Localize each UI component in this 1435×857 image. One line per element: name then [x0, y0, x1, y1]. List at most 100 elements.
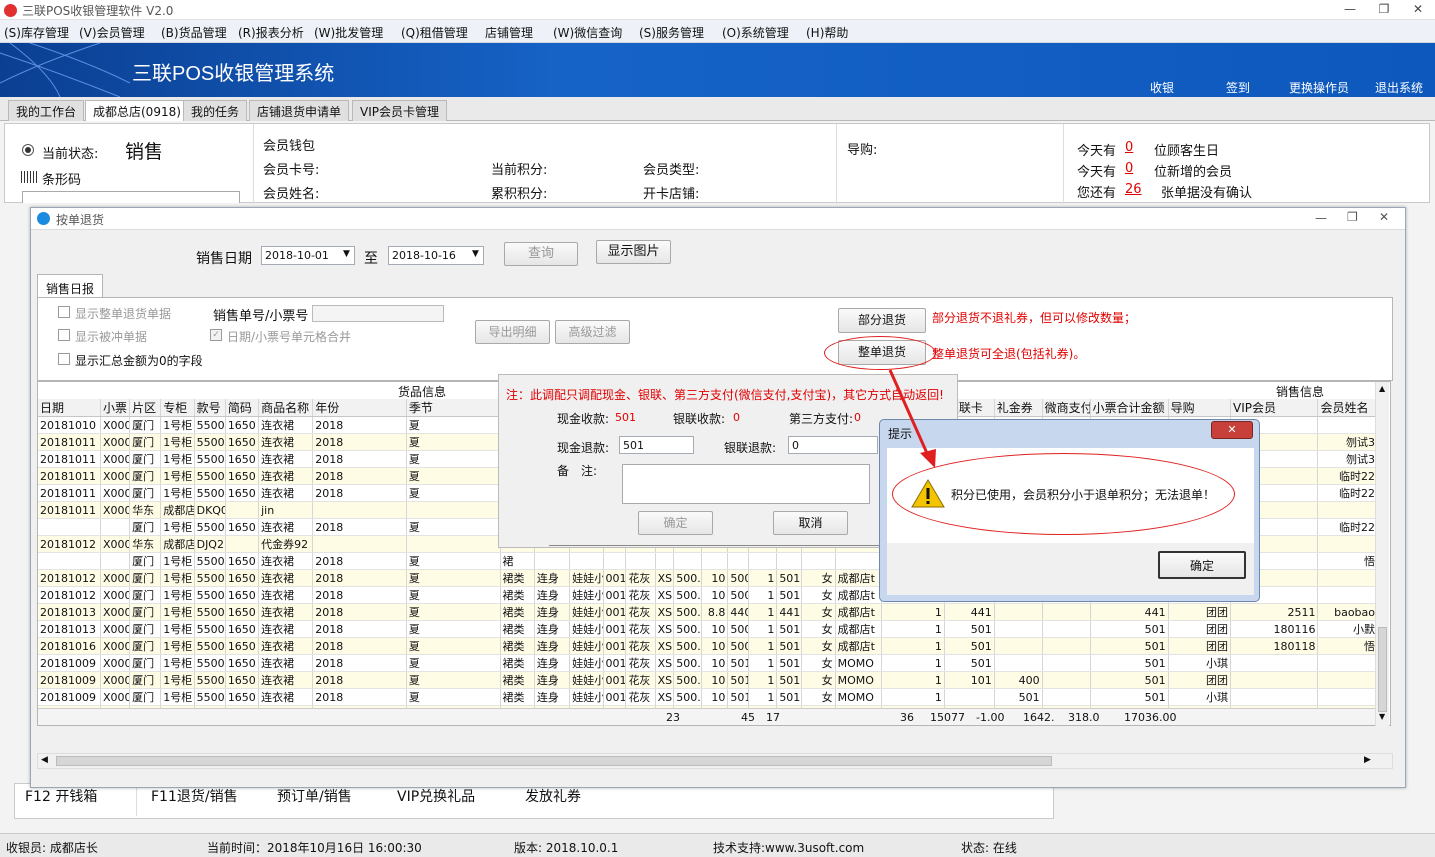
dialog-restore-button[interactable]: ❐ [1347, 210, 1358, 224]
menu-inventory[interactable]: (S)库存管理 [4, 24, 69, 41]
date-to-input[interactable]: 2018-10-16 [388, 246, 484, 265]
horizontal-scrollbar[interactable]: ◀ ▶ [37, 753, 1393, 769]
menu-system[interactable]: (O)系统管理 [722, 24, 789, 41]
menu-help[interactable]: (H)帮助 [806, 24, 848, 41]
show-reversed-checkbox[interactable] [58, 329, 70, 341]
partial-return-button[interactable]: 部分退货 [838, 308, 926, 333]
date-from-chevron-down-icon[interactable]: ▼ [343, 249, 350, 259]
scroll-down-icon[interactable]: ▼ [1379, 712, 1385, 721]
menu-reports[interactable]: (R)报表分析 [238, 24, 304, 41]
table-cell [1230, 688, 1319, 706]
table-cell: 500 [727, 586, 750, 604]
alert-ok-button[interactable]: 确定 [1158, 551, 1246, 579]
scroll-left-icon[interactable]: ◀ [41, 755, 48, 765]
table-row[interactable]: 20181013X000厦门1号柜5500(1650连衣裙2018夏裙类连身娃娃… [38, 603, 1378, 621]
col-wechat-pay[interactable]: 微商支付 [1042, 399, 1091, 417]
table-cell: 501 [776, 637, 803, 655]
refund-ok-button[interactable]: 确定 [638, 511, 713, 535]
remark-textarea[interactable] [622, 464, 870, 504]
link-switch-operator[interactable]: 更换操作员 [1289, 79, 1349, 96]
menu-rental[interactable]: (Q)租借管理 [401, 24, 468, 41]
table-row[interactable]: 20181009X000厦门1号柜5500(1650连衣裙2018夏裙类连身娃娃… [38, 688, 1378, 706]
col-receipt-total[interactable]: 小票合计金额 [1090, 399, 1169, 417]
issue-coupon-button[interactable]: 发放礼券 [525, 786, 581, 806]
unconfirmed-count-link[interactable]: 26 [1125, 182, 1142, 197]
link-exit[interactable]: 退出系统 [1375, 79, 1423, 96]
menu-wechat[interactable]: (W)微信查询 [553, 24, 622, 41]
col-year[interactable]: 年份 [312, 399, 407, 417]
table-row[interactable]: 20181009X000厦门1号柜5500(1650连衣裙2018夏裙类连身娃娃… [38, 671, 1378, 689]
show-image-button[interactable]: 显示图片 [596, 240, 671, 264]
col-product-name[interactable]: 商品名称 [258, 399, 314, 417]
vip-gift-button[interactable]: VIP兑换礼品 [397, 786, 475, 806]
menu-service[interactable]: (S)服务管理 [639, 24, 704, 41]
col-date[interactable]: 日期 [38, 399, 101, 417]
tab-my-tasks[interactable]: 我的任务 [183, 100, 248, 121]
tab-daily-sales[interactable]: 销售日报 [37, 274, 103, 297]
advanced-filter-button[interactable]: 高级过滤 [555, 320, 630, 344]
table-row[interactable]: 20181009X000厦门1号柜5500(1650连衣裙2018夏裙类连身娃娃… [38, 654, 1378, 672]
menu-wholesale[interactable]: (W)批发管理 [314, 24, 383, 41]
menu-store[interactable]: 店铺管理 [485, 24, 533, 41]
tab-store-returns[interactable]: 店铺退货申请单 [249, 100, 350, 121]
vertical-scroll-thumb[interactable] [1378, 627, 1387, 712]
open-drawer-button[interactable]: F12 开钱箱 [25, 786, 97, 806]
card-store-label: 开卡店铺: [643, 187, 700, 202]
col-season[interactable]: 季节 [406, 399, 501, 417]
col-vip[interactable]: VIP会员 [1230, 399, 1319, 417]
date-to-chevron-down-icon[interactable]: ▼ [472, 249, 479, 259]
table-cell: 500. [673, 620, 703, 638]
table-cell: 501 [776, 688, 803, 706]
dialog-close-button[interactable]: ✕ [1379, 210, 1389, 224]
table-cell: 1号柜 [160, 433, 195, 451]
table-cell [1317, 688, 1378, 706]
link-checkout[interactable]: 收银 [1150, 79, 1174, 96]
table-cell: X000 [100, 416, 131, 434]
alert-close-button[interactable]: ✕ [1211, 421, 1253, 439]
barcode-input[interactable] [22, 191, 240, 203]
scroll-right-icon[interactable]: ▶ [1364, 755, 1371, 765]
union-refund-input[interactable]: 0 [788, 436, 878, 454]
col-style[interactable]: 款号 [194, 399, 226, 417]
preorder-button[interactable]: 预订单/销售 [277, 786, 352, 806]
col-code[interactable]: 简码 [225, 399, 260, 417]
horizontal-scroll-thumb[interactable] [56, 756, 1052, 766]
table-cell: 连衣裙 [258, 416, 314, 434]
col-counter[interactable]: 专柜 [160, 399, 195, 417]
order-no-input[interactable] [312, 305, 444, 322]
status-radio-icon[interactable] [22, 144, 34, 156]
show-zero-checkbox[interactable] [58, 353, 70, 365]
show-whole-returns-checkbox[interactable] [58, 306, 70, 318]
restore-button[interactable]: ❐ [1371, 1, 1397, 18]
col-gift-coupon[interactable]: 礼金券 [994, 399, 1043, 417]
cash-refund-input[interactable]: 501 [619, 436, 694, 454]
dialog-minimize-button[interactable]: — [1315, 211, 1327, 225]
birthday-count-link[interactable]: 0 [1125, 140, 1133, 155]
col-region[interactable]: 片区 [129, 399, 162, 417]
union-receipt-value: 0 [733, 411, 740, 424]
menu-member[interactable]: (V)会员管理 [79, 24, 145, 41]
refund-cancel-button[interactable]: 取消 [773, 511, 848, 535]
tab-vip-cards[interactable]: VIP会员卡管理 [352, 100, 447, 121]
col-member-name[interactable]: 会员姓名 [1317, 399, 1378, 417]
col-receipt[interactable]: 小票 [100, 399, 131, 417]
table-row[interactable]: 20181016X000厦门1号柜5500(1650连衣裙2018夏裙类连身娃娃… [38, 637, 1378, 655]
table-cell: 花灰 [625, 671, 656, 689]
close-button[interactable]: ✕ [1405, 1, 1431, 18]
tab-workbench[interactable]: 我的工作台 [8, 100, 85, 121]
table-cell: jin [258, 501, 314, 519]
tab-chengdu-store[interactable]: 成都总店(0918) [85, 100, 189, 122]
vertical-scrollbar[interactable]: ▲ ▼ [1375, 382, 1389, 726]
minimize-button[interactable]: — [1337, 1, 1363, 18]
export-detail-button[interactable]: 导出明细 [475, 320, 550, 344]
col-guide[interactable]: 导购 [1168, 399, 1232, 417]
scroll-up-icon[interactable]: ▲ [1379, 384, 1385, 393]
date-from-input[interactable]: 2018-10-01 [261, 246, 355, 265]
table-row[interactable]: 20181013X000厦门1号柜5500(1650连衣裙2018夏裙类连身娃娃… [38, 620, 1378, 638]
query-button[interactable]: 查询 [504, 242, 578, 266]
link-signin[interactable]: 签到 [1226, 79, 1250, 96]
return-sale-button[interactable]: F11退货/销售 [151, 786, 238, 806]
new-member-count-link[interactable]: 0 [1125, 161, 1133, 176]
menu-goods[interactable]: (B)货品管理 [161, 24, 227, 41]
merge-cells-checkbox[interactable]: ✓ [210, 329, 222, 341]
